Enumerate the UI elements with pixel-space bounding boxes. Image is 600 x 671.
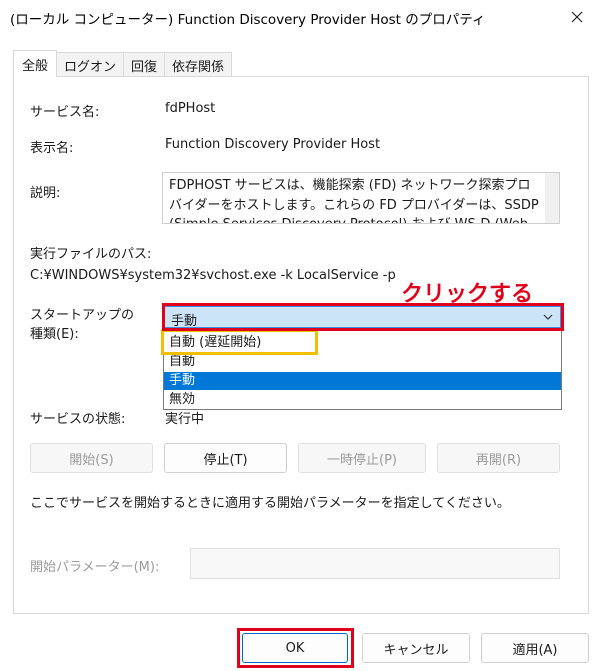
service-name-value: fdPHost: [165, 101, 216, 116]
cancel-button[interactable]: キャンセル: [362, 633, 470, 663]
tab-recovery[interactable]: 回復: [124, 52, 166, 77]
params-hint: ここでサービスを開始するときに適用する開始パラメーターを指定してください。: [30, 496, 510, 511]
tab-logon[interactable]: ログオン: [57, 52, 125, 77]
startup-type-select[interactable]: 手動: [164, 306, 561, 329]
option-auto[interactable]: 自動: [164, 353, 561, 371]
startup-type-label-line1: スタートアップの: [30, 308, 135, 323]
window-title: (ローカル コンピューター) Function Discovery Provid…: [10, 12, 486, 28]
startup-type-label-line2: 種類(E):: [30, 327, 79, 342]
description-label: 説明:: [30, 186, 61, 201]
click-annotation: クリックする: [401, 282, 534, 307]
tab-dependencies[interactable]: 依存関係: [165, 52, 233, 77]
exec-path-value: C:¥WINDOWS¥system32¥svchost.exe -k Local…: [30, 268, 396, 283]
option-auto-delayed[interactable]: 自動 (遅延開始): [164, 334, 561, 352]
exec-path-label: 実行ファイルのパス:: [30, 247, 152, 262]
close-button[interactable]: [554, 0, 600, 34]
params-label: 開始パラメーター(M):: [30, 560, 160, 575]
display-name-value: Function Discovery Provider Host: [165, 137, 381, 152]
description-box[interactable]: FDPHOST サービスは、機能探索 (FD) ネットワーク探索プロバイダーをホ…: [162, 172, 560, 224]
startup-type-dropdown: 自動 (遅延開始) 自動 手動 無効: [163, 330, 562, 410]
startup-type-value: 手動: [171, 314, 198, 329]
chevron-down-icon: [543, 314, 553, 320]
title-bar: (ローカル コンピューター) Function Discovery Provid…: [0, 0, 600, 34]
description-scrollbar[interactable]: [545, 173, 559, 223]
description-text: FDPHOST サービスは、機能探索 (FD) ネットワーク探索プロバイダーをホ…: [169, 178, 539, 223]
service-status-value: 実行中: [165, 412, 205, 427]
params-input[interactable]: [190, 548, 560, 579]
option-disabled[interactable]: 無効: [164, 391, 561, 409]
service-name-label: サービス名:: [30, 105, 100, 120]
tab-strip: 全般 ログオン 回復 依存関係: [13, 50, 233, 77]
start-button[interactable]: 開始(S): [30, 443, 153, 473]
apply-button[interactable]: 適用(A): [481, 633, 589, 663]
resume-button[interactable]: 再開(R): [437, 443, 560, 473]
service-status-label: サービスの状態:: [30, 412, 126, 427]
tab-general[interactable]: 全般: [13, 50, 58, 77]
display-name-label: 表示名:: [30, 141, 74, 156]
ok-button[interactable]: OK: [242, 633, 348, 663]
close-icon: [571, 11, 583, 23]
option-manual[interactable]: 手動: [164, 372, 561, 390]
pause-button[interactable]: 一時停止(P): [298, 443, 426, 473]
stop-button[interactable]: 停止(T): [164, 443, 287, 473]
